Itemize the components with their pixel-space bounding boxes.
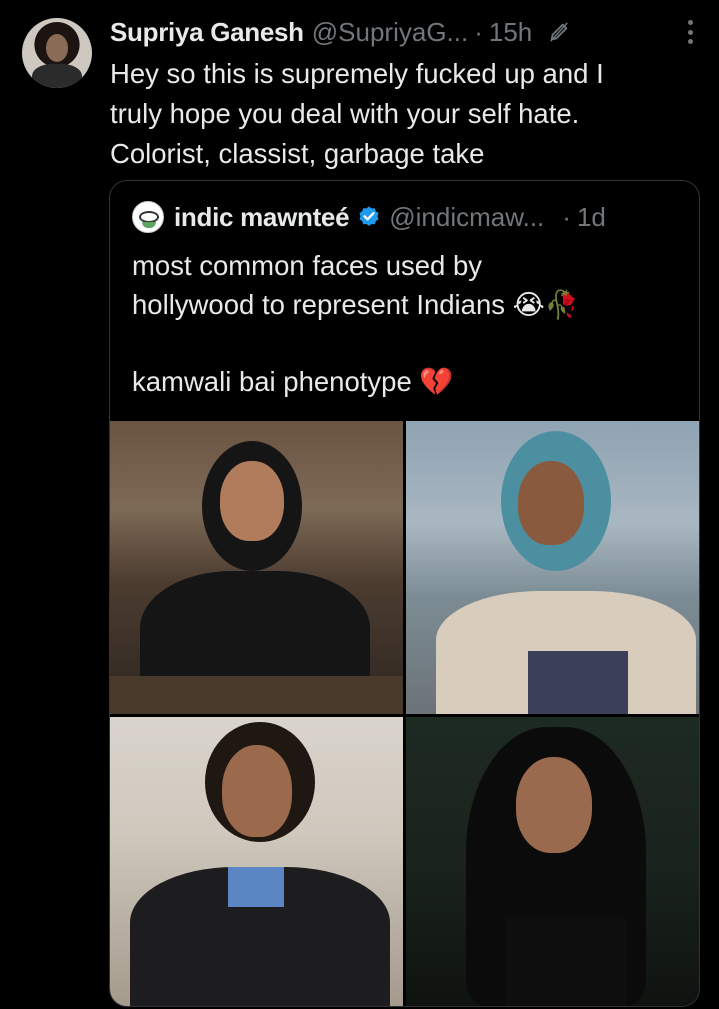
author-name[interactable]: Supriya Ganesh [110, 17, 304, 48]
quoted-tweet[interactable]: indic mawnteé @indicmaw... · 1d most com… [109, 180, 700, 1007]
quoted-separator-dot: · [562, 201, 571, 232]
quoted-avatar[interactable] [132, 201, 164, 233]
photo-2[interactable] [406, 421, 699, 714]
photo-grid [110, 421, 699, 1006]
quoted-text: most common faces used by hollywood to r… [132, 250, 580, 397]
verified-badge-icon [359, 206, 379, 226]
tweet-time[interactable]: 15h [489, 17, 532, 48]
avatar-face [46, 34, 68, 62]
photo-1[interactable] [110, 421, 403, 714]
more-options-icon[interactable] [687, 20, 693, 44]
quoted-time[interactable]: 1d [577, 202, 606, 233]
quoted-author-name[interactable]: indic mawnteé [174, 202, 350, 233]
avatar-body [32, 64, 82, 88]
quoted-header: indic mawnteé @indicmaw... · 1d [132, 199, 606, 235]
photo-4[interactable] [406, 717, 699, 1006]
tweet-text: Hey so this is supremely fucked up and I… [110, 58, 604, 169]
separator-dot: · [474, 16, 483, 47]
tweet-header: Supriya Ganesh @SupriyaG... · 15h [110, 14, 570, 50]
edit-pencil-icon [550, 22, 569, 42]
author-handle[interactable]: @SupriyaG... [312, 17, 468, 48]
quoted-author-handle[interactable]: @indicmaw... [389, 202, 544, 233]
avatar[interactable] [22, 18, 92, 88]
photo-3[interactable] [110, 717, 403, 1006]
